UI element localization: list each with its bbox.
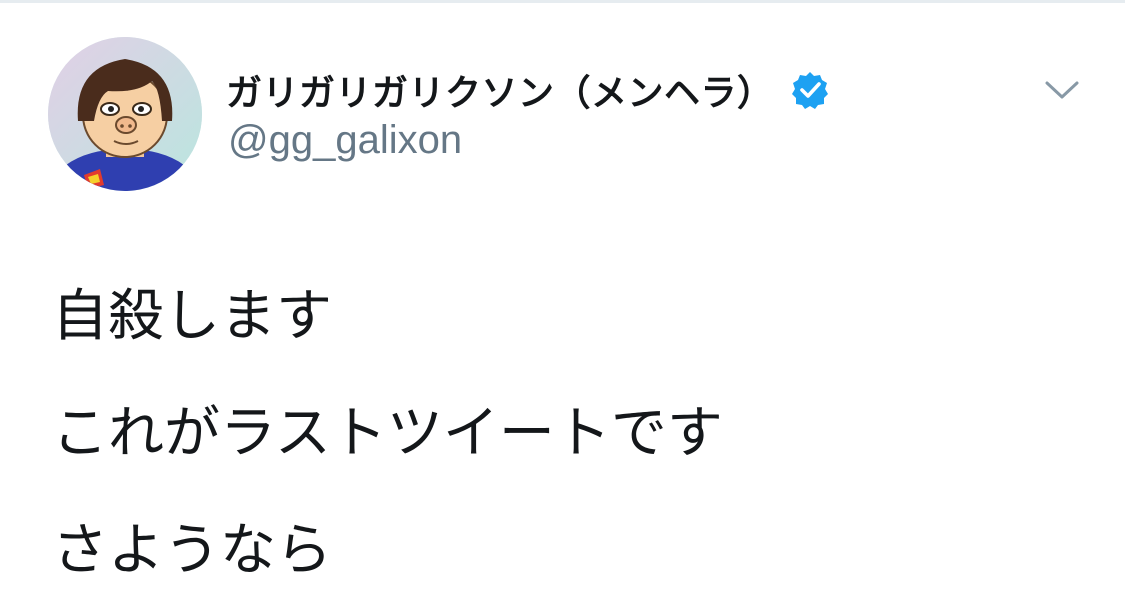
tweet-text-line: 自殺します — [52, 284, 332, 349]
author-handle[interactable]: @gg_galixon — [228, 118, 462, 163]
author-display-name[interactable]: ガリガリガリクソン（メンヘラ） — [226, 64, 774, 116]
verified-badge-icon — [790, 70, 830, 110]
tweet-text-line: これがラストツイートです — [52, 401, 723, 466]
tweet-menu-button[interactable] — [1038, 72, 1086, 108]
avatar-image — [48, 37, 202, 191]
author-name-row[interactable]: ガリガリガリクソン（メンヘラ） — [226, 64, 830, 116]
avatar[interactable] — [48, 37, 202, 191]
tweet-text-line: さようなら — [52, 518, 332, 583]
tweet-header: ガリガリガリクソン（メンヘラ） @gg_galixon — [0, 0, 1125, 200]
tweet-text: 自殺します これがラストツイートです さようなら — [52, 258, 1072, 609]
chevron-down-icon — [1045, 81, 1079, 99]
